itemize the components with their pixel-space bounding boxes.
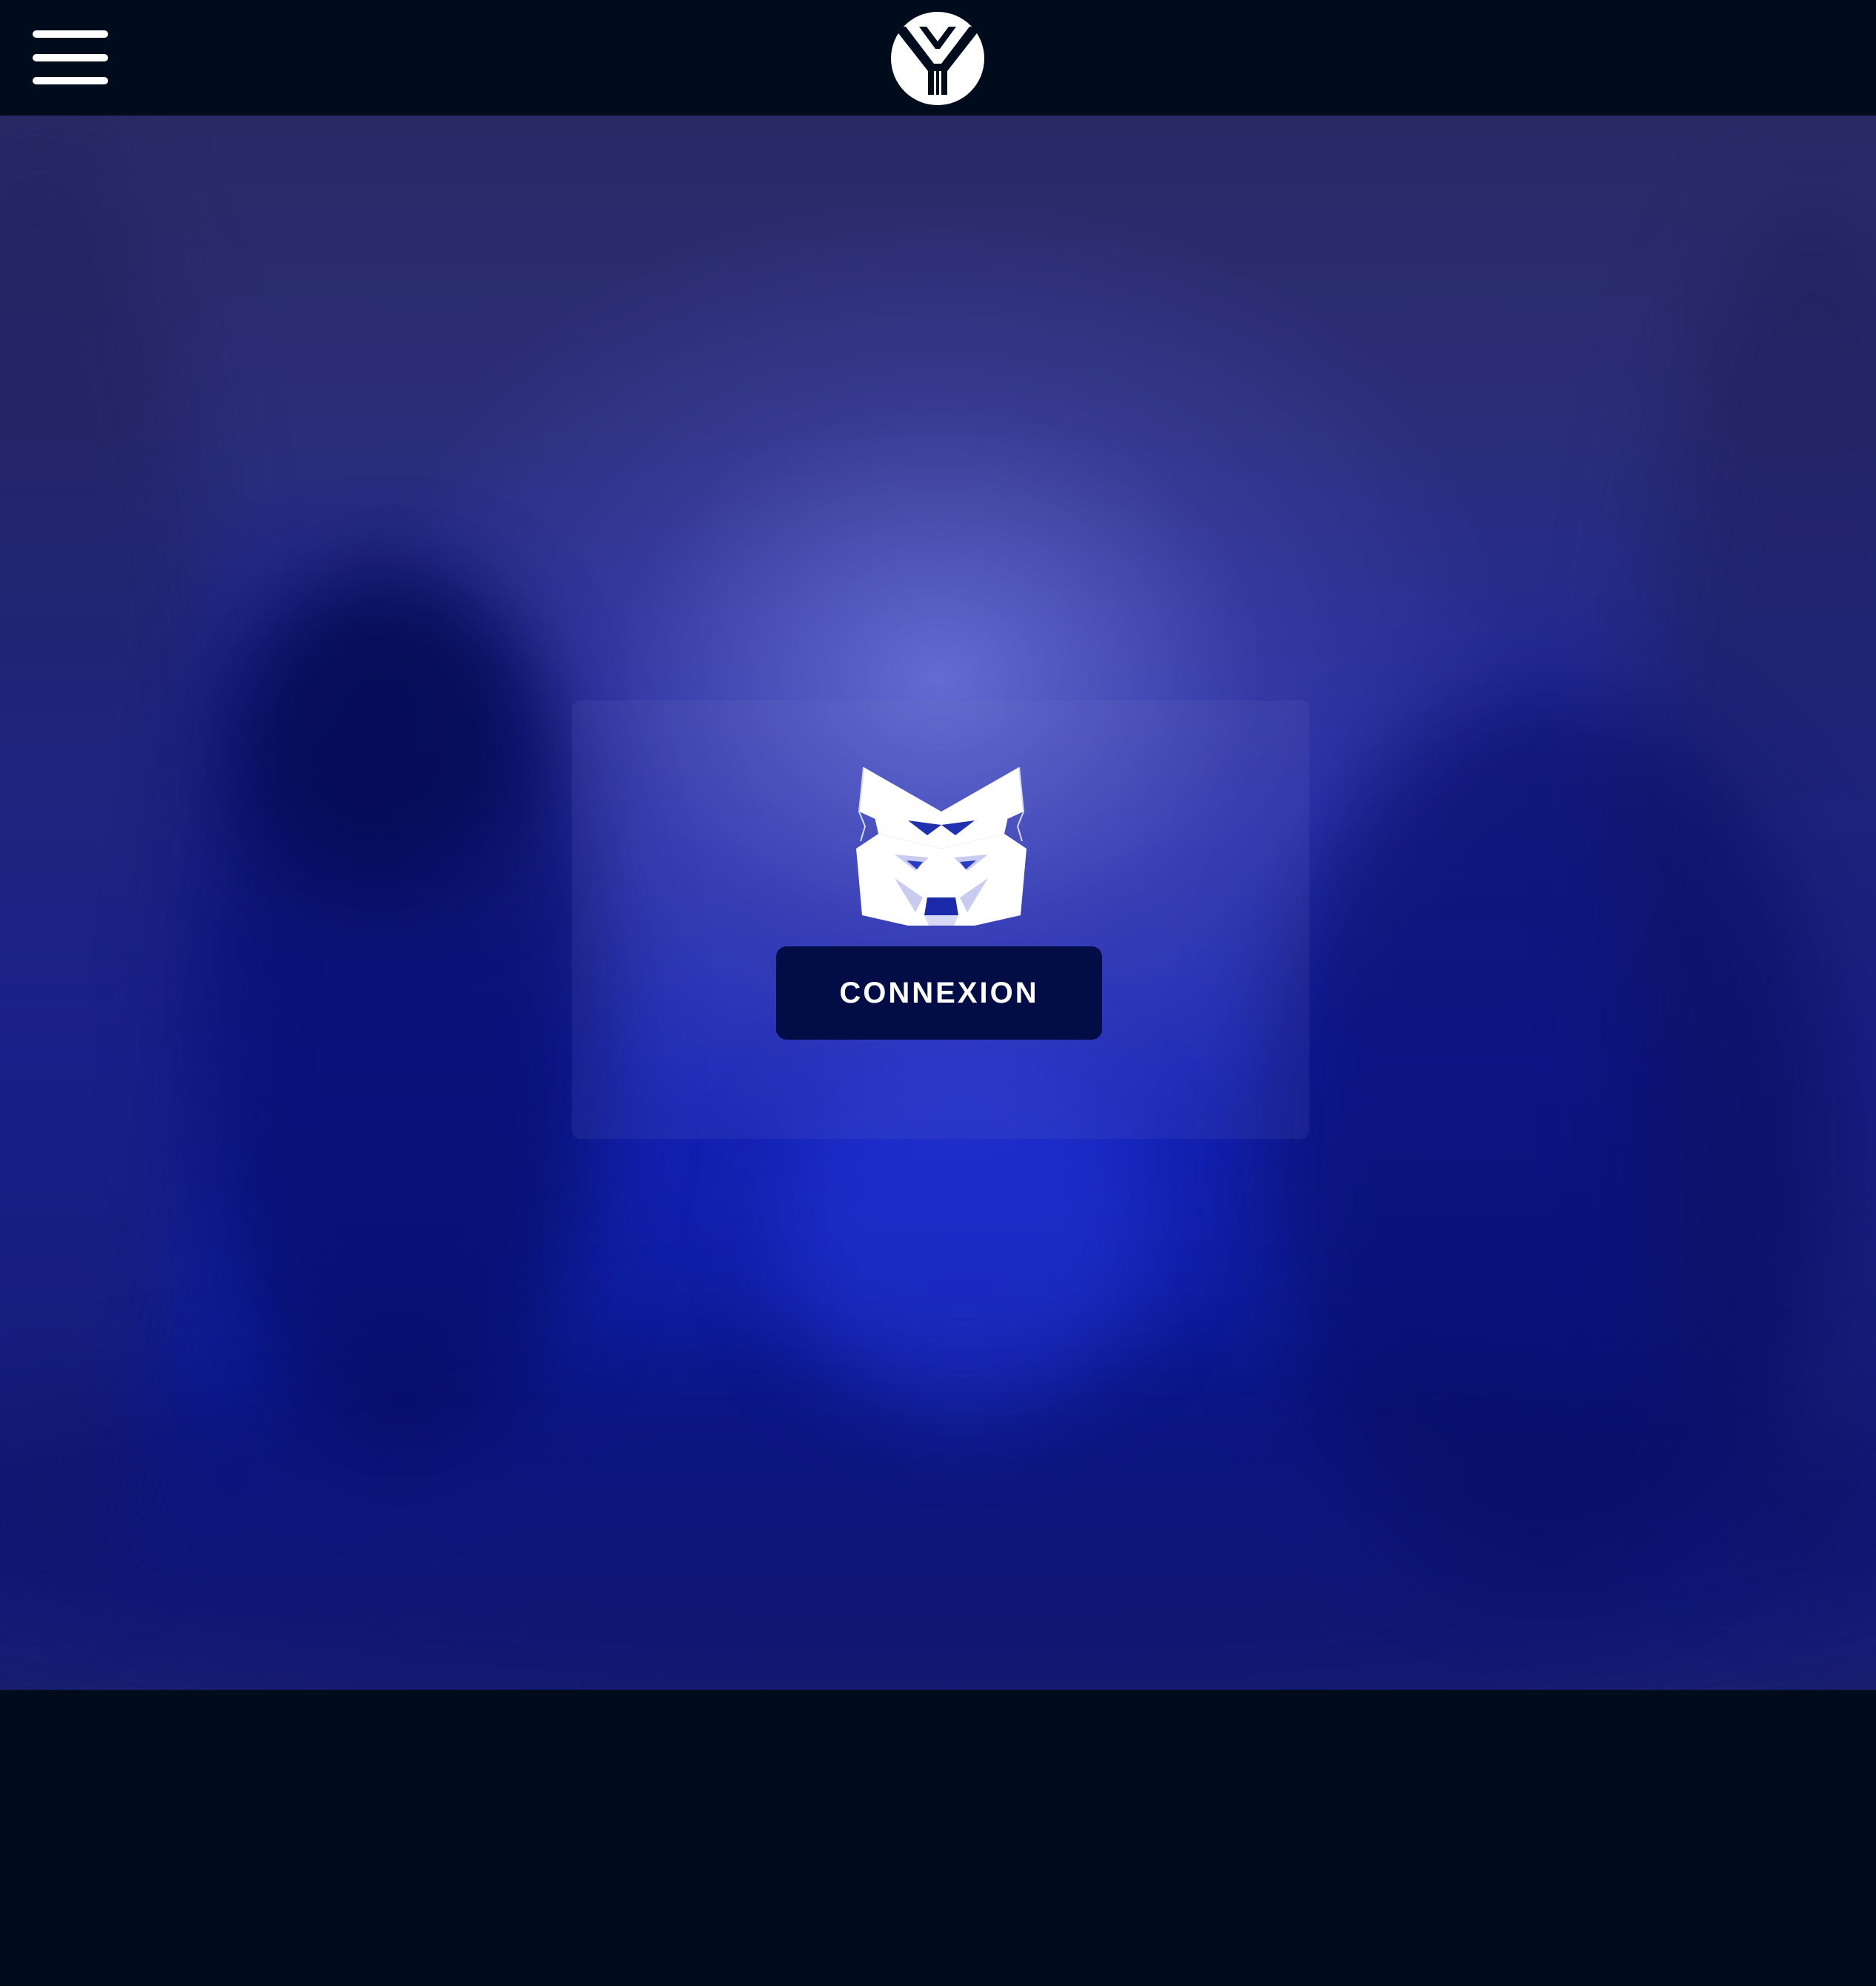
metamask-fox-icon (856, 767, 1027, 926)
footer (0, 1690, 1876, 1986)
connect-button[interactable]: CONNEXION (776, 946, 1102, 1040)
login-card: CONNEXION (572, 701, 1309, 1139)
page: CONNEXION (0, 0, 1876, 1986)
top-bar (0, 0, 1876, 116)
brand-logo-icon[interactable] (889, 10, 986, 107)
background-figure-right (1259, 693, 1837, 1582)
hamburger-menu-icon (33, 30, 108, 38)
hero-background: CONNEXION (0, 116, 1876, 1690)
menu-button[interactable] (33, 30, 110, 86)
